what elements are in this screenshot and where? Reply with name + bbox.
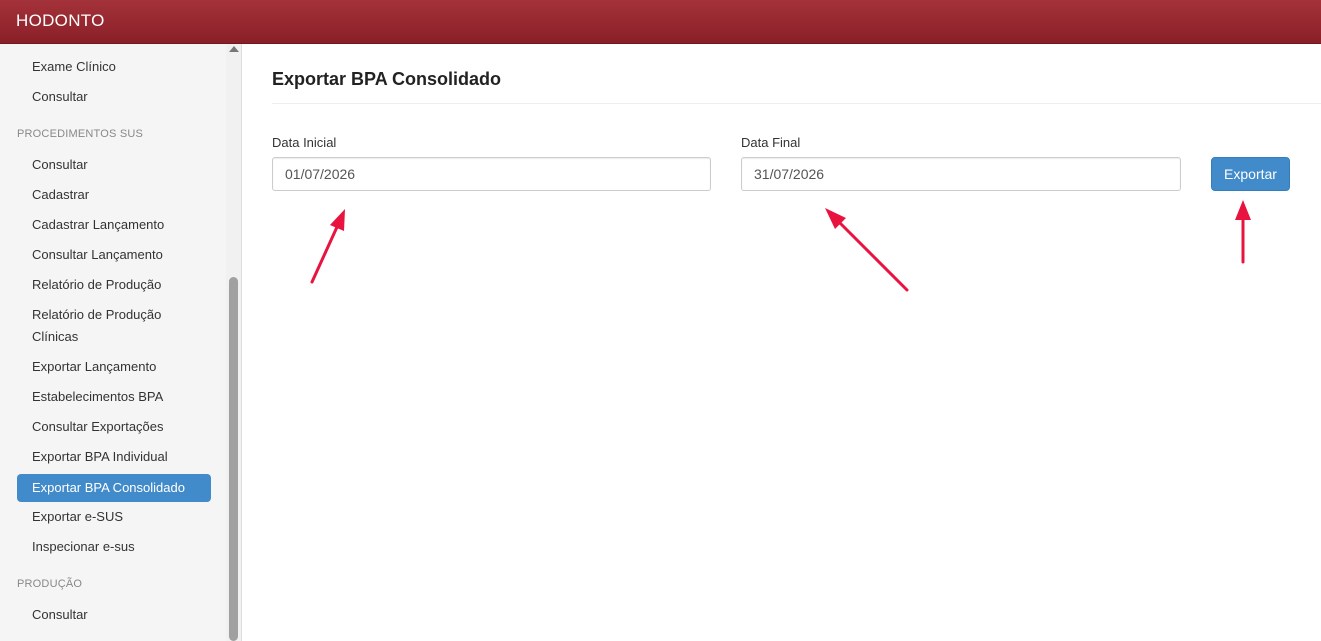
- sidebar-item-consultar[interactable]: Consultar: [17, 86, 211, 108]
- sidebar-item-relatorio-producao-clinicas[interactable]: Relatório de Produção: [17, 304, 211, 326]
- sidebar-item-procedimentos-consultar[interactable]: Consultar: [17, 154, 211, 176]
- sidebar: Exame Clínico Consultar PROCEDIMENTOS SU…: [0, 44, 242, 641]
- start-date-input[interactable]: [272, 157, 711, 191]
- app-title[interactable]: HODONTO: [16, 11, 105, 31]
- sidebar-item-cadastrar-lancamento[interactable]: Cadastrar Lançamento: [17, 214, 211, 236]
- sidebar-item-relatorio-producao-clinicas-line2[interactable]: Clínicas: [17, 326, 211, 348]
- scrollbar-thumb[interactable]: [229, 277, 238, 641]
- title-divider: [272, 103, 1321, 104]
- end-date-input[interactable]: [741, 157, 1181, 191]
- sidebar-item-exportar-e-sus[interactable]: Exportar e-SUS: [17, 506, 211, 528]
- page-title: Exportar BPA Consolidado: [272, 69, 502, 89]
- sidebar-item-exportar-lancamento[interactable]: Exportar Lançamento: [17, 356, 211, 378]
- sidebar-item-exame-clinico[interactable]: Exame Clínico: [17, 56, 211, 78]
- sidebar-item-producao-consultar[interactable]: Consultar: [17, 604, 211, 626]
- sidebar-item-estabelecimentos-bpa[interactable]: Estabelecimentos BPA: [17, 386, 211, 408]
- start-date-label: Data Inicial: [272, 135, 337, 150]
- sidebar-item-cadastrar[interactable]: Cadastrar: [17, 184, 211, 206]
- sidebar-item-inspecionar-e-sus[interactable]: Inspecionar e-sus: [17, 536, 211, 558]
- main-content: Exportar BPA Consolidado Data Inicial Da…: [242, 44, 1321, 641]
- top-bar: HODONTO: [0, 0, 1321, 44]
- end-date-label: Data Final: [741, 135, 801, 150]
- sidebar-section-header: PRODUÇÃO: [17, 578, 83, 590]
- sidebar-item-exportar-bpa-consolidado[interactable]: Exportar BPA Consolidado: [17, 474, 211, 502]
- sidebar-item-consultar-lancamento[interactable]: Consultar Lançamento: [17, 244, 211, 266]
- sidebar-section-header: PROCEDIMENTOS SUS: [17, 128, 144, 140]
- scroll-up-arrow-icon[interactable]: [229, 46, 239, 52]
- sidebar-item-exportar-bpa-individual[interactable]: Exportar BPA Individual: [17, 446, 211, 468]
- sidebar-item-consultar-exportacoes[interactable]: Consultar Exportações: [17, 416, 211, 438]
- sidebar-item-relatorio-producao[interactable]: Relatório de Produção: [17, 274, 211, 296]
- export-button[interactable]: Exportar: [1211, 157, 1290, 191]
